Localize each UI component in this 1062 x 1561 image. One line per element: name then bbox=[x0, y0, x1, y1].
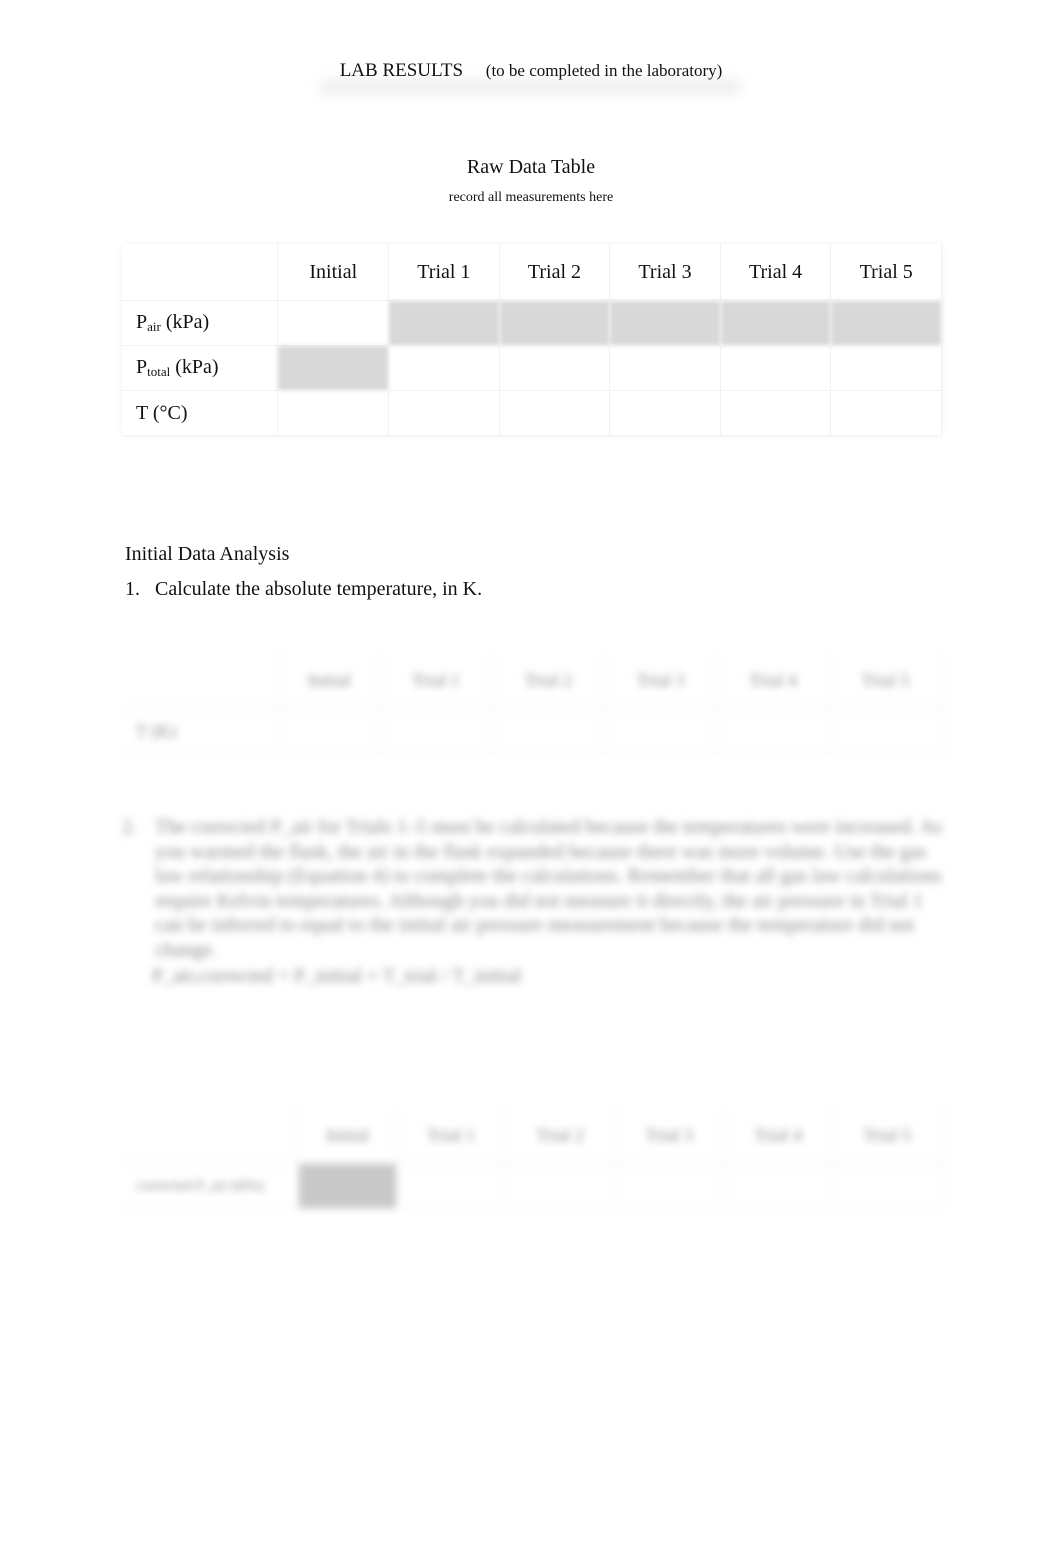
data-cell[interactable] bbox=[604, 709, 718, 754]
data-cell[interactable] bbox=[506, 1164, 616, 1209]
row-label: T (°C) bbox=[122, 391, 279, 436]
row-label: Pair (kPa) bbox=[122, 301, 279, 346]
data-cell[interactable] bbox=[278, 301, 390, 346]
column-header: Trial 1 bbox=[397, 1107, 507, 1164]
raw-table-subtitle: record all measurements here bbox=[448, 190, 614, 205]
column-header: Trial 4 bbox=[724, 1107, 833, 1164]
column-header: Trial 2 bbox=[492, 652, 605, 709]
data-cell-shaded bbox=[299, 1164, 398, 1209]
row-unit: (kPa) bbox=[165, 311, 210, 333]
column-header: Trial 3 bbox=[615, 1107, 725, 1164]
row-symbol: P bbox=[136, 356, 148, 378]
question-number: 2. bbox=[122, 816, 137, 838]
data-cell-shaded bbox=[499, 301, 611, 346]
data-cell[interactable] bbox=[833, 1164, 942, 1209]
data-cell-shaded bbox=[610, 301, 721, 346]
raw-data-table: Initial Trial 1 Trial 2 Trial 3 Trial 4 … bbox=[122, 244, 942, 436]
row-symbol: T bbox=[136, 401, 148, 424]
question-1: 1. Calculate the absolute temperature, i… bbox=[125, 578, 482, 601]
column-header: Trial 1 bbox=[389, 244, 500, 301]
header-subtitle: (to be completed in the laboratory) bbox=[485, 61, 723, 80]
data-cell[interactable] bbox=[610, 346, 721, 391]
data-cell[interactable] bbox=[724, 1164, 833, 1209]
table-row: Ptotal (kPa) bbox=[122, 346, 942, 391]
data-cell[interactable] bbox=[717, 709, 830, 754]
data-cell-shaded bbox=[831, 301, 942, 346]
data-cell-shaded bbox=[278, 346, 390, 391]
formula: P_air,corrected = P_initial × T_trial / … bbox=[152, 965, 522, 987]
data-cell[interactable] bbox=[831, 346, 942, 391]
table-row: T (K) bbox=[122, 709, 942, 754]
row-unit: (°C) bbox=[152, 401, 188, 424]
row-label: T (K) bbox=[122, 709, 279, 754]
data-cell-shaded bbox=[720, 301, 832, 346]
header-shadow bbox=[320, 80, 740, 94]
column-header: Trial 4 bbox=[717, 652, 830, 709]
column-header: Trial 3 bbox=[604, 652, 718, 709]
table-header-row: Initial Trial 1 Trial 2 Trial 3 Trial 4 … bbox=[122, 1107, 942, 1164]
data-cell[interactable] bbox=[397, 1164, 507, 1209]
data-cell[interactable] bbox=[720, 346, 832, 391]
column-header: Trial 4 bbox=[720, 244, 832, 301]
column-header: Trial 5 bbox=[831, 244, 942, 301]
question-2: 2. The corrected P_air for Trials 1–5 mu… bbox=[122, 815, 942, 962]
row-label: Ptotal (kPa) bbox=[122, 346, 279, 391]
question-number: 1. bbox=[125, 578, 140, 600]
row-subscript: air bbox=[147, 319, 161, 334]
section-title: Initial Data Analysis bbox=[125, 543, 290, 565]
data-cell[interactable] bbox=[278, 391, 390, 436]
column-header: Trial 5 bbox=[833, 1107, 942, 1164]
column-header: Initial bbox=[279, 652, 381, 709]
column-header: Trial 2 bbox=[499, 244, 611, 301]
header-title: LAB RESULTS bbox=[339, 60, 464, 81]
table-header-row: Initial Trial 1 Trial 2 Trial 3 Trial 4 … bbox=[122, 652, 942, 709]
corner-cell bbox=[122, 244, 279, 301]
data-cell[interactable] bbox=[831, 391, 942, 436]
data-cell[interactable] bbox=[389, 346, 500, 391]
corner-cell bbox=[122, 652, 279, 709]
row-symbol: P bbox=[136, 311, 148, 333]
table-header-row: Initial Trial 1 Trial 2 Trial 3 Trial 4 … bbox=[122, 244, 942, 301]
column-header: Initial bbox=[278, 244, 390, 301]
data-cell[interactable] bbox=[499, 346, 611, 391]
question-text: The corrected P_air for Trials 1–5 must … bbox=[155, 816, 942, 961]
data-cell[interactable] bbox=[615, 1164, 725, 1209]
column-header: Initial bbox=[299, 1107, 398, 1164]
raw-table-title: Raw Data Table bbox=[466, 156, 596, 178]
corner-cell bbox=[122, 1107, 299, 1164]
absolute-temperature-table: Initial Trial 1 Trial 2 Trial 3 Trial 4 … bbox=[122, 652, 942, 754]
table-row: Pair (kPa) bbox=[122, 301, 942, 346]
table-row: T (°C) bbox=[122, 391, 942, 436]
question-text: Calculate the absolute temperature, in K… bbox=[155, 578, 483, 600]
data-cell-shaded bbox=[389, 301, 500, 346]
data-cell[interactable] bbox=[499, 391, 611, 436]
data-cell[interactable] bbox=[279, 709, 381, 754]
column-header: Trial 5 bbox=[829, 652, 942, 709]
row-label: corrected P_air (kPa) bbox=[122, 1164, 299, 1209]
data-cell[interactable] bbox=[380, 709, 493, 754]
row-unit: (kPa) bbox=[175, 356, 219, 378]
table-row: corrected P_air (kPa) bbox=[122, 1164, 942, 1209]
column-header: Trial 1 bbox=[380, 652, 493, 709]
page-header: LAB RESULTS (to be completed in the labo… bbox=[0, 60, 1062, 82]
data-cell[interactable] bbox=[610, 391, 721, 436]
data-cell[interactable] bbox=[492, 709, 605, 754]
data-cell[interactable] bbox=[389, 391, 500, 436]
data-cell[interactable] bbox=[829, 709, 942, 754]
corrected-pressure-table: Initial Trial 1 Trial 2 Trial 3 Trial 4 … bbox=[122, 1107, 942, 1209]
data-cell[interactable] bbox=[720, 391, 832, 436]
column-header: Trial 3 bbox=[610, 244, 721, 301]
row-subscript: total bbox=[147, 364, 171, 379]
column-header: Trial 2 bbox=[506, 1107, 616, 1164]
